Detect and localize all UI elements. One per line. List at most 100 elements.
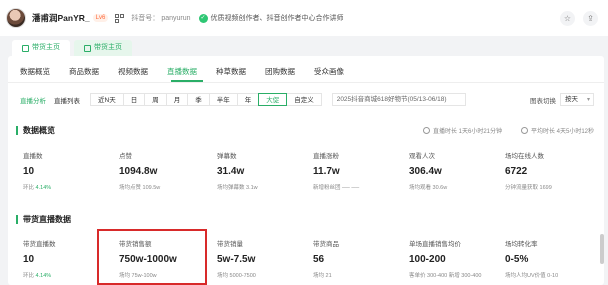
overview-title: 数据概览 bbox=[16, 125, 55, 136]
tab-live-data[interactable]: 直播数据 bbox=[167, 66, 197, 77]
metric-card-views: 观看人次 306.4w 场均观看 30.6w bbox=[402, 150, 498, 191]
metric-label: 点赞 bbox=[119, 153, 132, 160]
note-text: 直播时长 1天6小时21分钟 bbox=[433, 129, 503, 135]
subtab-live-analysis[interactable]: 直播分析 bbox=[20, 95, 46, 105]
tab-video-data[interactable]: 视频数据 bbox=[118, 66, 148, 77]
tab-group-buy-data[interactable]: 团购数据 bbox=[265, 66, 295, 77]
top-tabs: 带货主页 带货主页 bbox=[12, 40, 132, 56]
metric-value: 1094.8w bbox=[119, 166, 158, 177]
metric-sub-value: 4.14% bbox=[35, 185, 52, 191]
username: 潘甫润PanYR_ bbox=[32, 13, 90, 23]
metric-sub: 场均点赞 109.5w bbox=[119, 185, 161, 191]
metric-label: 场均转化率 bbox=[505, 241, 538, 248]
metric-sub: 客单价 300-400 新增 300-400 bbox=[409, 273, 482, 279]
range-year[interactable]: 年 bbox=[236, 93, 260, 106]
range-near-n-days[interactable]: 近N天 bbox=[90, 93, 124, 106]
main-panel: 数据概览 商品数据 视频数据 直播数据 种草数据 团购数据 受众画像 直播分析 … bbox=[8, 56, 604, 285]
metric-label: 观看人次 bbox=[409, 153, 435, 160]
range-month[interactable]: 月 bbox=[165, 93, 189, 106]
tab-sales-home-2[interactable]: 带货主页 bbox=[74, 40, 132, 56]
tab-audience-profile[interactable]: 受众画像 bbox=[314, 66, 344, 77]
range-promotion[interactable]: 大促 bbox=[258, 93, 288, 106]
metric-label: 带货销量 bbox=[217, 241, 243, 248]
metric-label: 直播数 bbox=[23, 153, 43, 160]
range-day[interactable]: 日 bbox=[122, 93, 146, 106]
metric-sub-label: 环比 bbox=[23, 185, 35, 191]
douyin-id-label: 抖音号： bbox=[131, 15, 160, 22]
metric-card-products: 带货商品 56 场均 21 bbox=[306, 238, 402, 279]
tab-overview[interactable]: 数据概览 bbox=[20, 66, 50, 77]
note-text: 平均时长 4天5小时12秒 bbox=[531, 129, 595, 135]
date-range-select[interactable]: 2025抖音商城618好物节(05/13-06/18) bbox=[331, 93, 466, 106]
metric-card-new-fans: 直播涨粉 11.7w 新增粉丝团 ── ── bbox=[306, 150, 402, 191]
metric-value: 5w-7.5w bbox=[217, 254, 256, 265]
metric-value: 306.4w bbox=[409, 166, 442, 177]
range-week[interactable]: 周 bbox=[144, 93, 167, 106]
overview-metrics: 直播数 10 环比 4.14% 点赞 1094.8w 场均点赞 109.5w 弹… bbox=[16, 150, 594, 191]
metric-sub: 场均 5000-7500 bbox=[217, 273, 256, 279]
clock-icon bbox=[423, 127, 430, 134]
metric-value: 31.4w bbox=[217, 166, 245, 177]
average-duration-note: 平均时长 4天5小时12秒 bbox=[521, 126, 594, 135]
chart-mode-label: 图表切换 bbox=[530, 97, 556, 105]
metric-sub: 新增粉丝团 ── ── bbox=[313, 185, 360, 191]
clock-icon bbox=[521, 127, 528, 134]
avatar[interactable] bbox=[6, 8, 26, 28]
metric-label: 弹幕数 bbox=[217, 153, 237, 160]
metric-sub-label: 环比 bbox=[23, 273, 35, 279]
filter-bar: 直播分析 直播列表 近N天 日 周 月 季 半年 年 大促 自定义 2025抖音… bbox=[20, 93, 466, 106]
metric-card-likes: 点赞 1094.8w 场均点赞 109.5w bbox=[112, 150, 210, 191]
metric-label: 直播涨粉 bbox=[313, 153, 339, 160]
tab-product-data[interactable]: 商品数据 bbox=[69, 66, 99, 77]
range-quarter[interactable]: 季 bbox=[187, 93, 210, 106]
tab-sales-home[interactable]: 带货主页 bbox=[12, 40, 70, 56]
metric-sub: 场均弹幕数 3.1w bbox=[217, 185, 258, 191]
verified-icon: ✓ bbox=[198, 13, 208, 23]
metric-value: 56 bbox=[313, 254, 325, 265]
range-selector: 近N天 日 周 月 季 半年 年 大促 自定义 bbox=[90, 93, 322, 106]
metric-card-sales-volume: 带货销量 5w-7.5w 场均 5000-7500 bbox=[210, 238, 306, 279]
metric-sub: 场均观看 30.6w bbox=[409, 185, 448, 191]
home-icon bbox=[22, 44, 29, 52]
metric-card-live-count: 直播数 10 环比 4.14% bbox=[16, 150, 112, 191]
tab-label: 带货主页 bbox=[32, 44, 60, 51]
tab-seeding-data[interactable]: 种草数据 bbox=[216, 66, 246, 77]
favorite-star-icon[interactable]: ☆ bbox=[560, 11, 575, 26]
live-duration-note: 直播时长 1天6小时21分钟 bbox=[423, 126, 502, 135]
nav-tabs: 数据概览 商品数据 视频数据 直播数据 种草数据 团购数据 受众画像 bbox=[20, 66, 344, 77]
chevron-down-icon: ▾ bbox=[586, 97, 590, 103]
divider bbox=[8, 82, 604, 83]
metric-card-avg-price: 单场直播销售均价 100-200 客单价 300-400 新增 300-400 bbox=[402, 238, 498, 279]
range-half-year[interactable]: 半年 bbox=[208, 93, 238, 106]
metric-value: 10 bbox=[23, 166, 35, 177]
metric-label: 单场直播销售均价 bbox=[409, 241, 461, 248]
metric-label: 带货商品 bbox=[313, 241, 339, 248]
douyin-id: panyurun bbox=[161, 14, 191, 22]
scrollbar-thumb[interactable] bbox=[600, 234, 604, 264]
metric-label: 场均在线人数 bbox=[505, 153, 544, 160]
metric-sub: 分钟流量获取 1699 bbox=[505, 185, 552, 191]
section-marker bbox=[16, 215, 18, 224]
certification-text: 优质视频创作者、抖音创作者中心合作讲师 bbox=[210, 15, 344, 22]
section-title-text: 带货直播数据 bbox=[23, 215, 71, 224]
qr-code-icon[interactable] bbox=[115, 13, 125, 23]
section-title-text: 数据概览 bbox=[23, 126, 55, 135]
metric-value: 100-200 bbox=[409, 254, 446, 265]
metric-card-avg-online: 场均在线人数 6722 分钟流量获取 1699 bbox=[498, 150, 594, 191]
share-icon[interactable]: ⇪ bbox=[583, 11, 598, 26]
tab-label: 带货主页 bbox=[94, 44, 122, 51]
highlight-box bbox=[97, 229, 207, 285]
metric-card-conversion: 场均转化率 0-5% 场均人均UV价值 0-10 bbox=[498, 238, 594, 279]
chart-mode: 图表切换 按天 ▾ bbox=[530, 93, 594, 106]
subtab-live-list[interactable]: 直播列表 bbox=[54, 95, 80, 105]
chart-mode-select[interactable]: 按天 ▾ bbox=[560, 93, 594, 106]
metric-value: 0-5% bbox=[505, 254, 529, 265]
home-icon bbox=[84, 44, 91, 52]
section-marker bbox=[16, 126, 18, 135]
metric-value: 11.7w bbox=[313, 166, 340, 177]
chart-mode-value: 按天 bbox=[565, 96, 578, 103]
range-custom[interactable]: 自定义 bbox=[286, 93, 322, 106]
metric-sub: 场均 21 bbox=[313, 273, 332, 279]
metric-value: 6722 bbox=[505, 166, 528, 177]
metric-sub: 场均人均UV价值 0-10 bbox=[505, 273, 559, 279]
